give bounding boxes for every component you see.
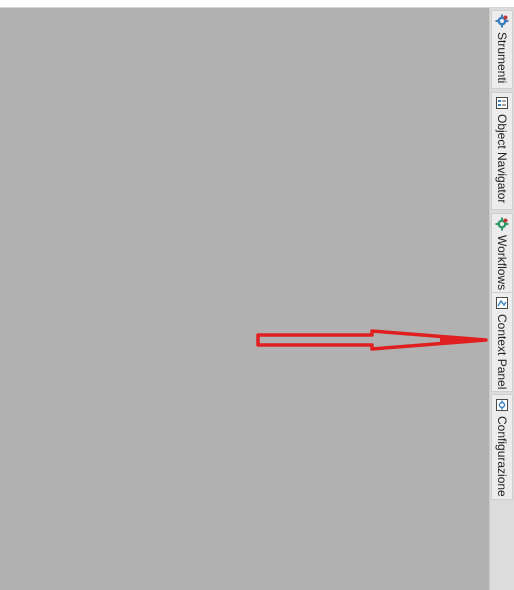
side-panel-dock: Strumenti Object Navigator Workflows Con… xyxy=(489,8,514,590)
workflows-icon xyxy=(495,217,509,231)
tab-object-navigator[interactable]: Object Navigator xyxy=(491,92,513,210)
top-strip xyxy=(0,0,514,8)
tab-configurazione[interactable]: Configurazione xyxy=(491,394,513,500)
application-window: Strumenti Object Navigator Workflows Con… xyxy=(0,0,514,590)
tab-object-navigator-label: Object Navigator xyxy=(495,114,509,204)
tab-workflows[interactable]: Workflows xyxy=(491,213,513,295)
configuration-icon xyxy=(496,399,508,411)
tab-configurazione-label: Configurazione xyxy=(495,416,509,497)
tab-context-panel-label: Context Panel xyxy=(495,314,509,390)
tab-workflows-label: Workflows xyxy=(495,235,509,291)
object-navigator-icon xyxy=(496,97,508,109)
tools-icon xyxy=(495,14,509,28)
context-panel-icon xyxy=(496,297,508,309)
main-workspace[interactable] xyxy=(0,8,489,590)
tab-strumenti[interactable]: Strumenti xyxy=(491,10,513,89)
tab-strumenti-label: Strumenti xyxy=(495,32,509,84)
tab-context-panel[interactable]: Context Panel xyxy=(491,292,513,392)
